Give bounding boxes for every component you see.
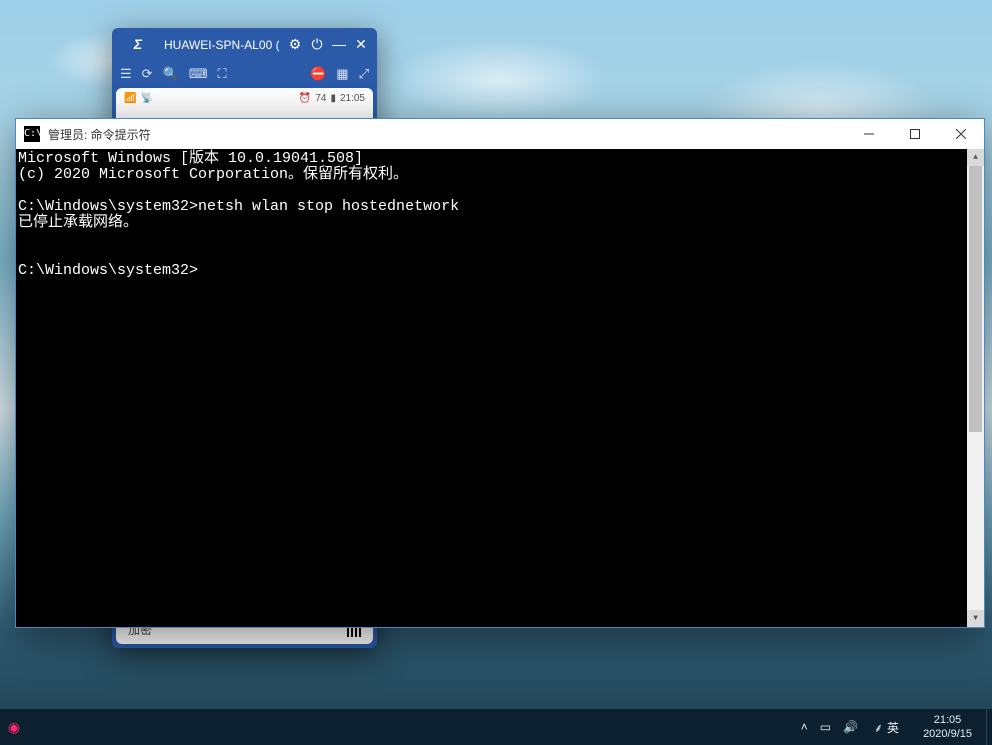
scroll-down-icon[interactable]: ▼ xyxy=(967,610,984,627)
fullscreen-icon[interactable]: ⛶ xyxy=(218,66,227,82)
cmd-line: (c) 2020 Microsoft Corporation。保留所有权利。 xyxy=(18,167,982,183)
sigma-titlebar[interactable]: Σ HUAWEI-SPN-AL00 (精简版) ⚙ ⏻ — ✕ xyxy=(112,28,377,60)
cmd-blank-line xyxy=(18,247,982,263)
search-icon[interactable]: 🔍 xyxy=(163,66,179,82)
pinned-app[interactable]: ◉ xyxy=(0,709,28,745)
maximize-button[interactable] xyxy=(892,119,938,149)
ime-lang: 英 xyxy=(887,719,899,736)
cmd-scrollbar[interactable]: ▲ ▼ xyxy=(967,149,984,627)
cmd-blank-line xyxy=(18,183,982,199)
taskbar-clock[interactable]: 21:05 2020/9/15 xyxy=(915,713,980,741)
list-icon[interactable]: ☰ xyxy=(120,66,132,82)
close-button[interactable] xyxy=(938,119,984,149)
taskbar[interactable]: ◉ ˄ ▭ 🔊 ⸙ 英 21:05 2020/9/15 xyxy=(0,709,992,745)
cmd-line: C:\Windows\system32>netsh wlan stop host… xyxy=(18,199,982,215)
sigma-logo: Σ xyxy=(118,36,158,52)
desktop: Σ HUAWEI-SPN-AL00 (精简版) ⚙ ⏻ — ✕ ☰ ⟳ 🔍 ⌨ … xyxy=(0,0,992,745)
expand-icon[interactable]: ⤢ xyxy=(359,66,369,82)
cmd-icon: C:\ xyxy=(24,126,40,142)
cmd-blank-line xyxy=(18,231,982,247)
tray-chevron-up-icon[interactable]: ˄ xyxy=(801,720,808,734)
keyboard-icon[interactable]: ⌨ xyxy=(189,66,208,82)
battery-text: 74 xyxy=(315,93,326,104)
sigma-minimize-icon[interactable]: — xyxy=(329,34,349,54)
tray-volume-icon[interactable]: 🔊 xyxy=(843,720,858,734)
shield-icon[interactable]: ⛔ xyxy=(310,66,326,82)
show-desktop-button[interactable] xyxy=(986,709,992,745)
sigma-title-text: HUAWEI-SPN-AL00 (精简版) xyxy=(164,36,279,53)
cmd-body[interactable]: Microsoft Windows [版本 10.0.19041.508] (c… xyxy=(16,149,984,627)
clock-date: 2020/9/15 xyxy=(923,727,972,741)
phone-time: 21:05 xyxy=(340,93,365,104)
phone-status-bar: 📶 📡 ⏰ 74 ▮ 21:05 xyxy=(116,88,373,108)
alarm-icon: ⏰ xyxy=(299,93,311,104)
tray-battery-icon[interactable]: ▭ xyxy=(820,720,831,734)
sigma-close-icon[interactable]: ✕ xyxy=(351,34,371,54)
phone-signal-icon: 📶 xyxy=(124,93,136,104)
ime-indicator[interactable]: ⸙ 英 xyxy=(870,719,903,736)
cmd-title-text: 管理员: 命令提示符 xyxy=(48,126,151,143)
taskbar-pinned: ◉ xyxy=(0,709,28,745)
wifi-icon: ⸙ xyxy=(874,719,883,736)
sigma-settings-icon[interactable]: ⚙ xyxy=(285,34,305,54)
phone-wifi-icon: 📡 xyxy=(140,93,152,104)
cmd-prompt: C:\Windows\system32> xyxy=(18,263,982,279)
scroll-thumb[interactable] xyxy=(969,166,982,432)
cmd-line: Microsoft Windows [版本 10.0.19041.508] xyxy=(18,151,982,167)
clock-time: 21:05 xyxy=(923,713,972,727)
sigma-title-controls: ⚙ ⏻ — ✕ xyxy=(285,34,371,54)
scroll-track[interactable] xyxy=(967,166,984,610)
cmd-window[interactable]: C:\ 管理员: 命令提示符 Microsoft Windows [版本 10.… xyxy=(15,118,985,628)
sigma-toolbar: ☰ ⟳ 🔍 ⌨ ⛶ ⛔ ▦ ⤢ xyxy=(112,60,377,88)
refresh-icon[interactable]: ⟳ xyxy=(142,66,153,82)
scroll-up-icon[interactable]: ▲ xyxy=(967,149,984,166)
sigma-power-icon[interactable]: ⏻ xyxy=(307,34,327,54)
minimize-button[interactable] xyxy=(846,119,892,149)
cmd-line: 已停止承载网络。 xyxy=(18,215,982,231)
system-tray: ˄ ▭ 🔊 ⸙ 英 21:05 2020/9/15 xyxy=(795,709,986,745)
cmd-titlebar[interactable]: C:\ 管理员: 命令提示符 xyxy=(16,119,984,149)
battery-icon: ▮ xyxy=(330,93,336,104)
grid-icon[interactable]: ▦ xyxy=(336,66,348,82)
